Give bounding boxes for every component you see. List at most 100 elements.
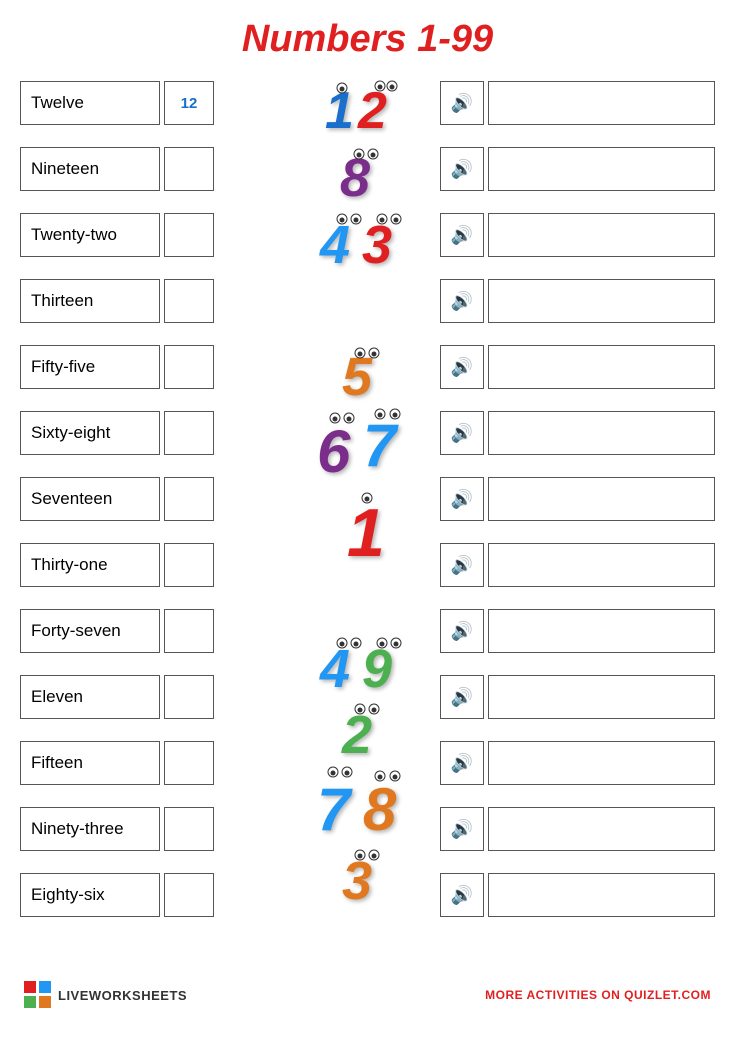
speaker-button[interactable]: 🔊 (440, 609, 484, 653)
cartoon-number: 4 9 (295, 629, 435, 695)
right-row-item: 🔊 (440, 865, 715, 925)
list-item: Thirteen (20, 271, 290, 331)
speaker-button[interactable]: 🔊 (440, 741, 484, 785)
speaker-button[interactable]: 🔊 (440, 477, 484, 521)
right-row-item: 🔊 (440, 535, 715, 595)
word-label: Eighty-six (20, 873, 160, 917)
speaker-button[interactable]: 🔊 (440, 807, 484, 851)
text-answer-input[interactable] (488, 543, 715, 587)
right-row-item: 🔊 (440, 799, 715, 859)
speaker-button[interactable]: 🔊 (440, 279, 484, 323)
list-item: Thirty-one (20, 535, 290, 595)
text-answer-input[interactable] (488, 807, 715, 851)
answer-input[interactable] (164, 609, 214, 653)
cartoon-number: 1 2 (295, 73, 435, 139)
answer-input[interactable] (164, 873, 214, 917)
page-title: Numbers 1-99 (20, 10, 715, 61)
list-item: Twelve 12 (20, 73, 290, 133)
word-label: Fifteen (20, 741, 160, 785)
list-item: Seventeen (20, 469, 290, 529)
answer-input[interactable] (164, 477, 214, 521)
cartoon-number (295, 563, 435, 629)
svg-text:3: 3 (362, 215, 392, 269)
speaker-button[interactable]: 🔊 (440, 147, 484, 191)
text-answer-input[interactable] (488, 675, 715, 719)
text-answer-input[interactable] (488, 345, 715, 389)
cartoon-number: 7 8 (295, 761, 435, 841)
answer-input[interactable] (164, 543, 214, 587)
right-row-item: 🔊 (440, 337, 715, 397)
cartoon-number: 2 (295, 695, 435, 761)
answer-input[interactable] (164, 345, 214, 389)
speaker-button[interactable]: 🔊 (440, 345, 484, 389)
main-layout: Twelve 12 Nineteen Twenty-two Thirteen F… (20, 73, 715, 973)
speaker-button[interactable]: 🔊 (440, 675, 484, 719)
text-answer-input[interactable] (488, 279, 715, 323)
text-answer-input[interactable] (488, 213, 715, 257)
cartoon-number (295, 271, 435, 337)
logo-text: LIVEWORKSHEETS (58, 988, 187, 1003)
right-row-item: 🔊 (440, 469, 715, 529)
list-item: Eleven (20, 667, 290, 727)
right-row-item: 🔊 (440, 601, 715, 661)
cartoon-number: 3 (295, 841, 435, 907)
speaker-button[interactable]: 🔊 (440, 213, 484, 257)
speaker-button[interactable]: 🔊 (440, 411, 484, 455)
right-row-item: 🔊 (440, 733, 715, 793)
footer: LIVEWORKSHEETS MORE ACTIVITIES ON QUIZLE… (20, 981, 715, 1009)
word-label: Sixty-eight (20, 411, 160, 455)
answer-input[interactable] (164, 411, 214, 455)
list-item: Forty-seven (20, 601, 290, 661)
cartoon-number: 5 (295, 337, 435, 403)
word-label: Fifty-five (20, 345, 160, 389)
answer-input[interactable] (164, 213, 214, 257)
list-item: Twenty-two (20, 205, 290, 265)
list-item: Ninety-three (20, 799, 290, 859)
speaker-button[interactable]: 🔊 (440, 873, 484, 917)
svg-text:9: 9 (362, 639, 392, 693)
answer-input[interactable] (164, 807, 214, 851)
word-label: Seventeen (20, 477, 160, 521)
center-column: 1 2 8 (290, 73, 440, 973)
answer-input[interactable] (164, 279, 214, 323)
word-label: Thirty-one (20, 543, 160, 587)
right-row-item: 🔊 (440, 73, 715, 133)
word-label: Nineteen (20, 147, 160, 191)
answer-input[interactable] (164, 675, 214, 719)
text-answer-input[interactable] (488, 147, 715, 191)
text-answer-input[interactable] (488, 741, 715, 785)
text-answer-input[interactable] (488, 873, 715, 917)
right-row-item: 🔊 (440, 403, 715, 463)
left-column: Twelve 12 Nineteen Twenty-two Thirteen F… (20, 73, 290, 931)
cartoon-number: 6 7 (295, 403, 435, 483)
list-item: Sixty-eight (20, 403, 290, 463)
cartoon-number (295, 907, 435, 973)
list-item: Eighty-six (20, 865, 290, 925)
list-item: Fifty-five (20, 337, 290, 397)
svg-text:7: 7 (317, 776, 353, 840)
cartoon-number: 1 (295, 483, 435, 563)
answer-input[interactable]: 12 (164, 81, 214, 125)
svg-text:1: 1 (347, 495, 385, 562)
list-item: Fifteen (20, 733, 290, 793)
word-label: Eleven (20, 675, 160, 719)
text-answer-input[interactable] (488, 411, 715, 455)
word-label: Twelve (20, 81, 160, 125)
text-answer-input[interactable] (488, 609, 715, 653)
svg-text:8: 8 (363, 776, 397, 840)
quizlet-text: MORE ACTIVITIES ON QUIZLET.COM (485, 988, 711, 1002)
answer-input[interactable] (164, 741, 214, 785)
liveworksheets-logo: LIVEWORKSHEETS (24, 981, 187, 1009)
speaker-button[interactable]: 🔊 (440, 81, 484, 125)
text-answer-input[interactable] (488, 81, 715, 125)
word-label: Twenty-two (20, 213, 160, 257)
right-row-item: 🔊 (440, 271, 715, 331)
text-answer-input[interactable] (488, 477, 715, 521)
cartoon-number: 8 (295, 139, 435, 205)
speaker-button[interactable]: 🔊 (440, 543, 484, 587)
word-label: Ninety-three (20, 807, 160, 851)
cartoon-number: 4 3 (295, 205, 435, 271)
right-column: 🔊 🔊 🔊 🔊 🔊 🔊 🔊 🔊 (440, 73, 715, 931)
list-item: Nineteen (20, 139, 290, 199)
answer-input[interactable] (164, 147, 214, 191)
